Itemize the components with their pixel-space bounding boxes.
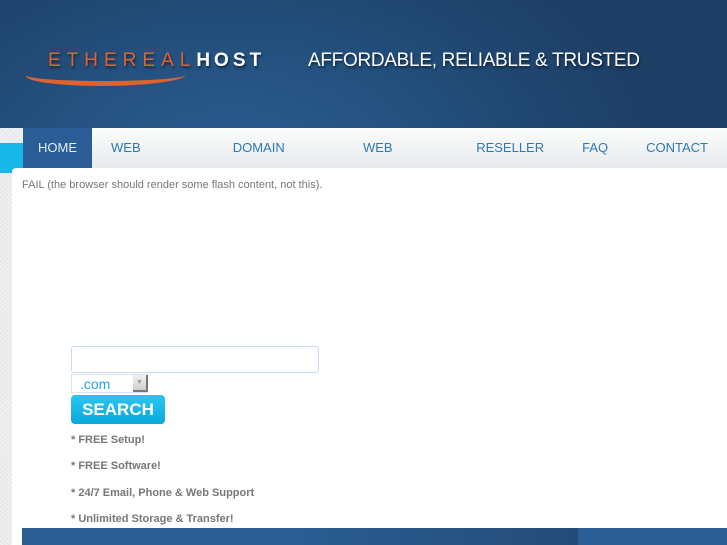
feature-item: * 24/7 Email, Phone & Web Support: [71, 487, 255, 499]
tagline: AFFORDABLE, RELIABLE & TRUSTED: [308, 50, 640, 71]
bottom-banner: [22, 528, 727, 545]
search-button[interactable]: SEARCH: [71, 395, 165, 424]
tld-selected-value: .com: [80, 376, 111, 392]
nav-faq[interactable]: FAQ: [563, 128, 627, 168]
feature-item: * FREE Software!: [71, 460, 161, 472]
tld-select[interactable]: .com ▼: [71, 374, 148, 393]
header: ETHEREALHOST AFFORDABLE, RELIABLE & TRUS…: [0, 0, 727, 128]
domain-search-input[interactable]: [71, 346, 319, 373]
logo-text-ethereal: ETHEREAL: [48, 50, 197, 71]
nav-web-design[interactable]: WEB DESIGN: [344, 128, 457, 195]
feature-item: * FREE Setup!: [71, 434, 145, 446]
nav-contact[interactable]: CONTACT: [627, 128, 727, 168]
nav-home[interactable]: HOME: [23, 128, 92, 168]
content-panel: FAIL (the browser should render some fla…: [12, 168, 727, 545]
flash-fallback-text: FAIL (the browser should render some fla…: [22, 179, 323, 191]
nav-domain-names[interactable]: DOMAIN NAMES: [214, 128, 344, 195]
nav-reseller[interactable]: RESELLER: [457, 128, 563, 168]
chevron-down-icon[interactable]: ▼: [133, 375, 148, 392]
logo-text-host: HOST: [196, 50, 266, 71]
feature-item: * Unlimited Storage & Transfer!: [71, 513, 234, 525]
nav-web-hosting[interactable]: WEB HOSTING: [92, 128, 214, 195]
main-nav: HOME WEB HOSTING DOMAIN NAMES WEB DESIGN…: [23, 128, 727, 195]
logo[interactable]: ETHEREALHOST: [20, 48, 261, 90]
